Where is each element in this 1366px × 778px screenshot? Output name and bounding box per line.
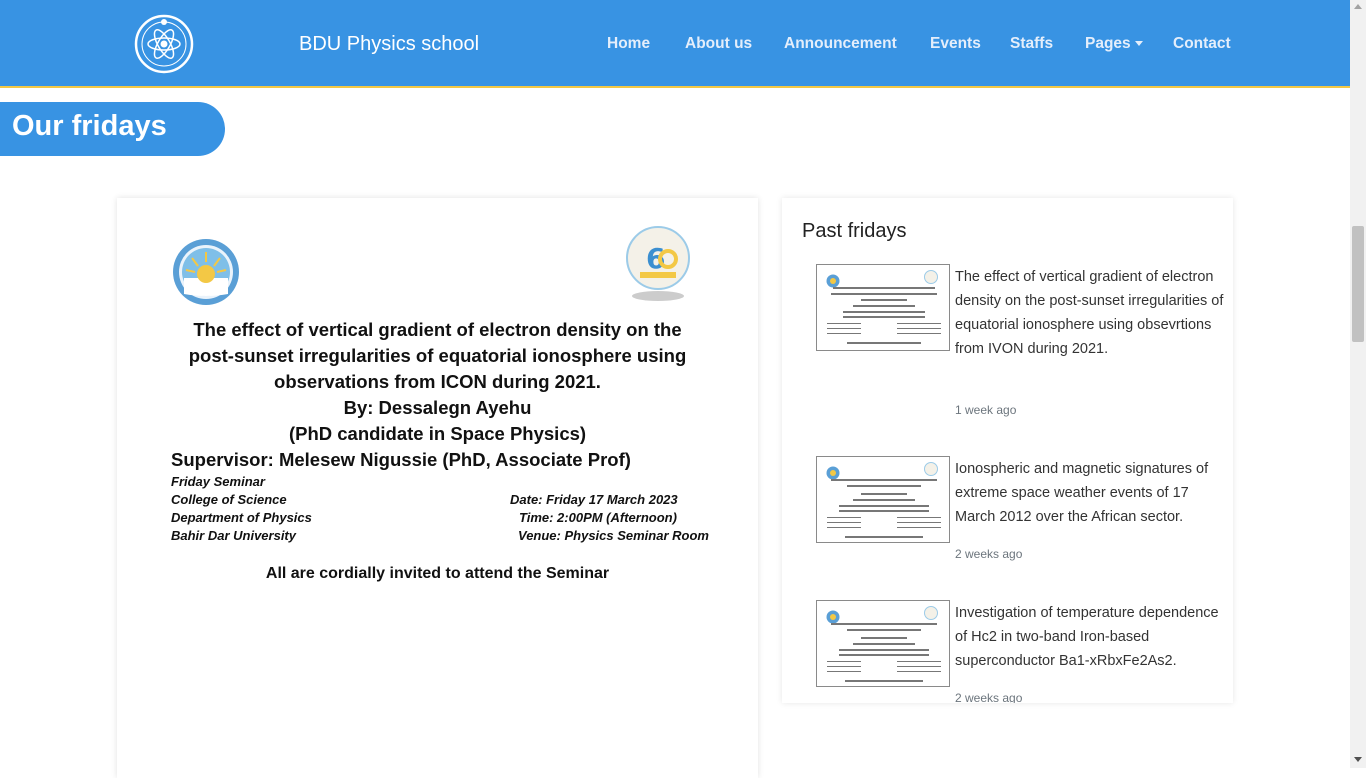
past-fridays-title: Past fridays bbox=[802, 220, 907, 242]
poster-presenter: By: Dessalegn Ayehu bbox=[343, 397, 532, 418]
past-friday-time-3: 2 weeks ago bbox=[955, 691, 1023, 703]
site-brand[interactable]: BDU Physics school bbox=[299, 33, 479, 56]
poster-info-left-4: Bahir Dar University bbox=[171, 528, 296, 543]
poster-date: Date: Friday 17 March 2023 bbox=[510, 492, 678, 507]
scrollbar-thumb[interactable] bbox=[1352, 226, 1364, 342]
top-navbar: BDU Physics school Home About us Announc… bbox=[0, 0, 1350, 88]
page-scrollbar[interactable] bbox=[1350, 0, 1366, 768]
nav-pages-label: Pages bbox=[1085, 35, 1131, 52]
nav-staffs[interactable]: Staffs bbox=[1010, 35, 1053, 55]
past-friday-time-2: 2 weeks ago bbox=[955, 547, 1023, 561]
poster-title-line-3: observations from ICON during 2021. bbox=[274, 371, 601, 392]
poster-candidate: (PhD candidate in Space Physics) bbox=[288, 423, 587, 444]
poster-venue: Venue: Physics Seminar Room bbox=[518, 528, 709, 543]
thumbnail-anniversary-icon bbox=[924, 606, 938, 620]
svg-text:6: 6 bbox=[646, 242, 665, 275]
past-friday-title-1[interactable]: The effect of vertical gradient of elect… bbox=[955, 265, 1225, 361]
nav-events[interactable]: Events bbox=[930, 35, 981, 55]
poster-title-line-1: The effect of vertical gradient of elect… bbox=[193, 319, 682, 340]
past-friday-thumbnail[interactable] bbox=[816, 456, 950, 543]
thumbnail-seal-icon bbox=[826, 610, 840, 624]
past-friday-thumbnail[interactable] bbox=[816, 600, 950, 687]
poster-time: Time: 2:00PM (Afternoon) bbox=[519, 510, 677, 525]
poster-info-left-1: Friday Seminar bbox=[171, 474, 265, 489]
poster-info-left-3: Department of Physics bbox=[171, 510, 312, 525]
nav-home[interactable]: Home bbox=[607, 35, 650, 55]
past-fridays-panel: Past fridays The effect of vertical grad… bbox=[782, 198, 1233, 703]
poster-invitation: All are cordially invited to attend the … bbox=[265, 565, 610, 582]
scroll-down-arrow-icon[interactable] bbox=[1354, 757, 1362, 762]
poster-info-left-2: College of Science bbox=[171, 492, 287, 507]
nav-contact[interactable]: Contact bbox=[1173, 35, 1231, 55]
university-seal-logo bbox=[173, 239, 239, 305]
thumbnail-anniversary-icon bbox=[924, 270, 938, 284]
nav-about-us[interactable]: About us bbox=[685, 35, 752, 55]
60th-anniversary-logo: 6 bbox=[626, 226, 690, 301]
past-friday-thumbnail[interactable] bbox=[816, 264, 950, 351]
thumbnail-anniversary-icon bbox=[924, 462, 938, 476]
section-title: Our fridays bbox=[12, 110, 167, 142]
nav-announcement[interactable]: Announcement bbox=[784, 35, 897, 55]
past-friday-title-2[interactable]: Ionospheric and magnetic signatures of e… bbox=[955, 457, 1225, 529]
poster-title-line-2: post-sunset irregularities of equatorial… bbox=[188, 345, 687, 366]
caret-down-icon bbox=[1134, 41, 1143, 47]
nav-pages-dropdown[interactable]: Pages bbox=[1085, 35, 1143, 55]
poster-supervisor: Supervisor: Melesew Nigussie (PhD, Assoc… bbox=[171, 449, 631, 470]
thumbnail-seal-icon bbox=[826, 274, 840, 288]
school-logo[interactable] bbox=[134, 14, 194, 74]
past-friday-title-3[interactable]: Investigation of temperature dependence … bbox=[955, 601, 1225, 673]
past-friday-time-1: 1 week ago bbox=[955, 403, 1017, 417]
thumbnail-seal-icon bbox=[826, 466, 840, 480]
scroll-up-arrow-icon[interactable] bbox=[1354, 4, 1362, 9]
